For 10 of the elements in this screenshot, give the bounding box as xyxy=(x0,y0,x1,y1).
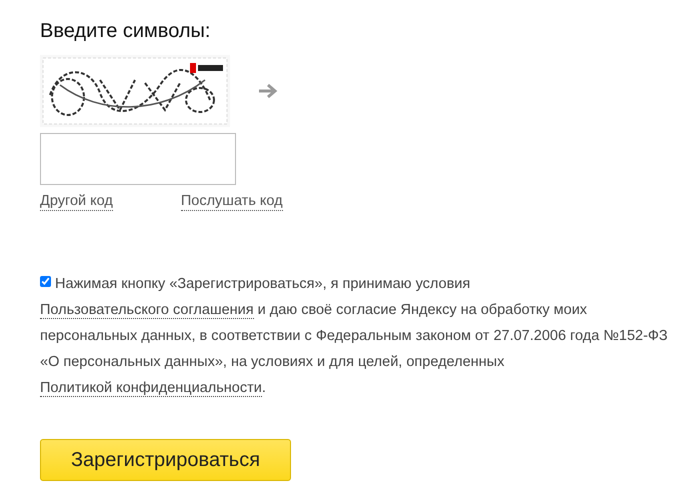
captcha-link[interactable]: Послушать код xyxy=(180,193,283,212)
captcha-link[interactable]: Другой код xyxy=(40,193,113,212)
consent-checkbox[interactable] xyxy=(40,276,51,288)
consent-paragraph: Нажимая кнопку «Зарегистрироваться», я принимаю условия Пользовательского соглашения и даю своё согласие Яндексу на обработку моих персональных данных, в соответствии с Федеральным законом от 27.07.2006 года №152-ФЗ «О персональных данных», на условиях и для целей, определенных Политикой конфиденциальности. xyxy=(40,275,669,400)
input-field[interactable] xyxy=(40,133,236,185)
form-title: Введите символы: xyxy=(40,20,210,43)
consent-link[interactable]: Пользовательского соглашения xyxy=(40,302,254,320)
arrow-right-icon[interactable] xyxy=(258,83,278,99)
consent-link[interactable]: Политикой конфиденциальности xyxy=(40,380,262,398)
register-button[interactable]: Зарегистрироваться xyxy=(40,439,291,482)
